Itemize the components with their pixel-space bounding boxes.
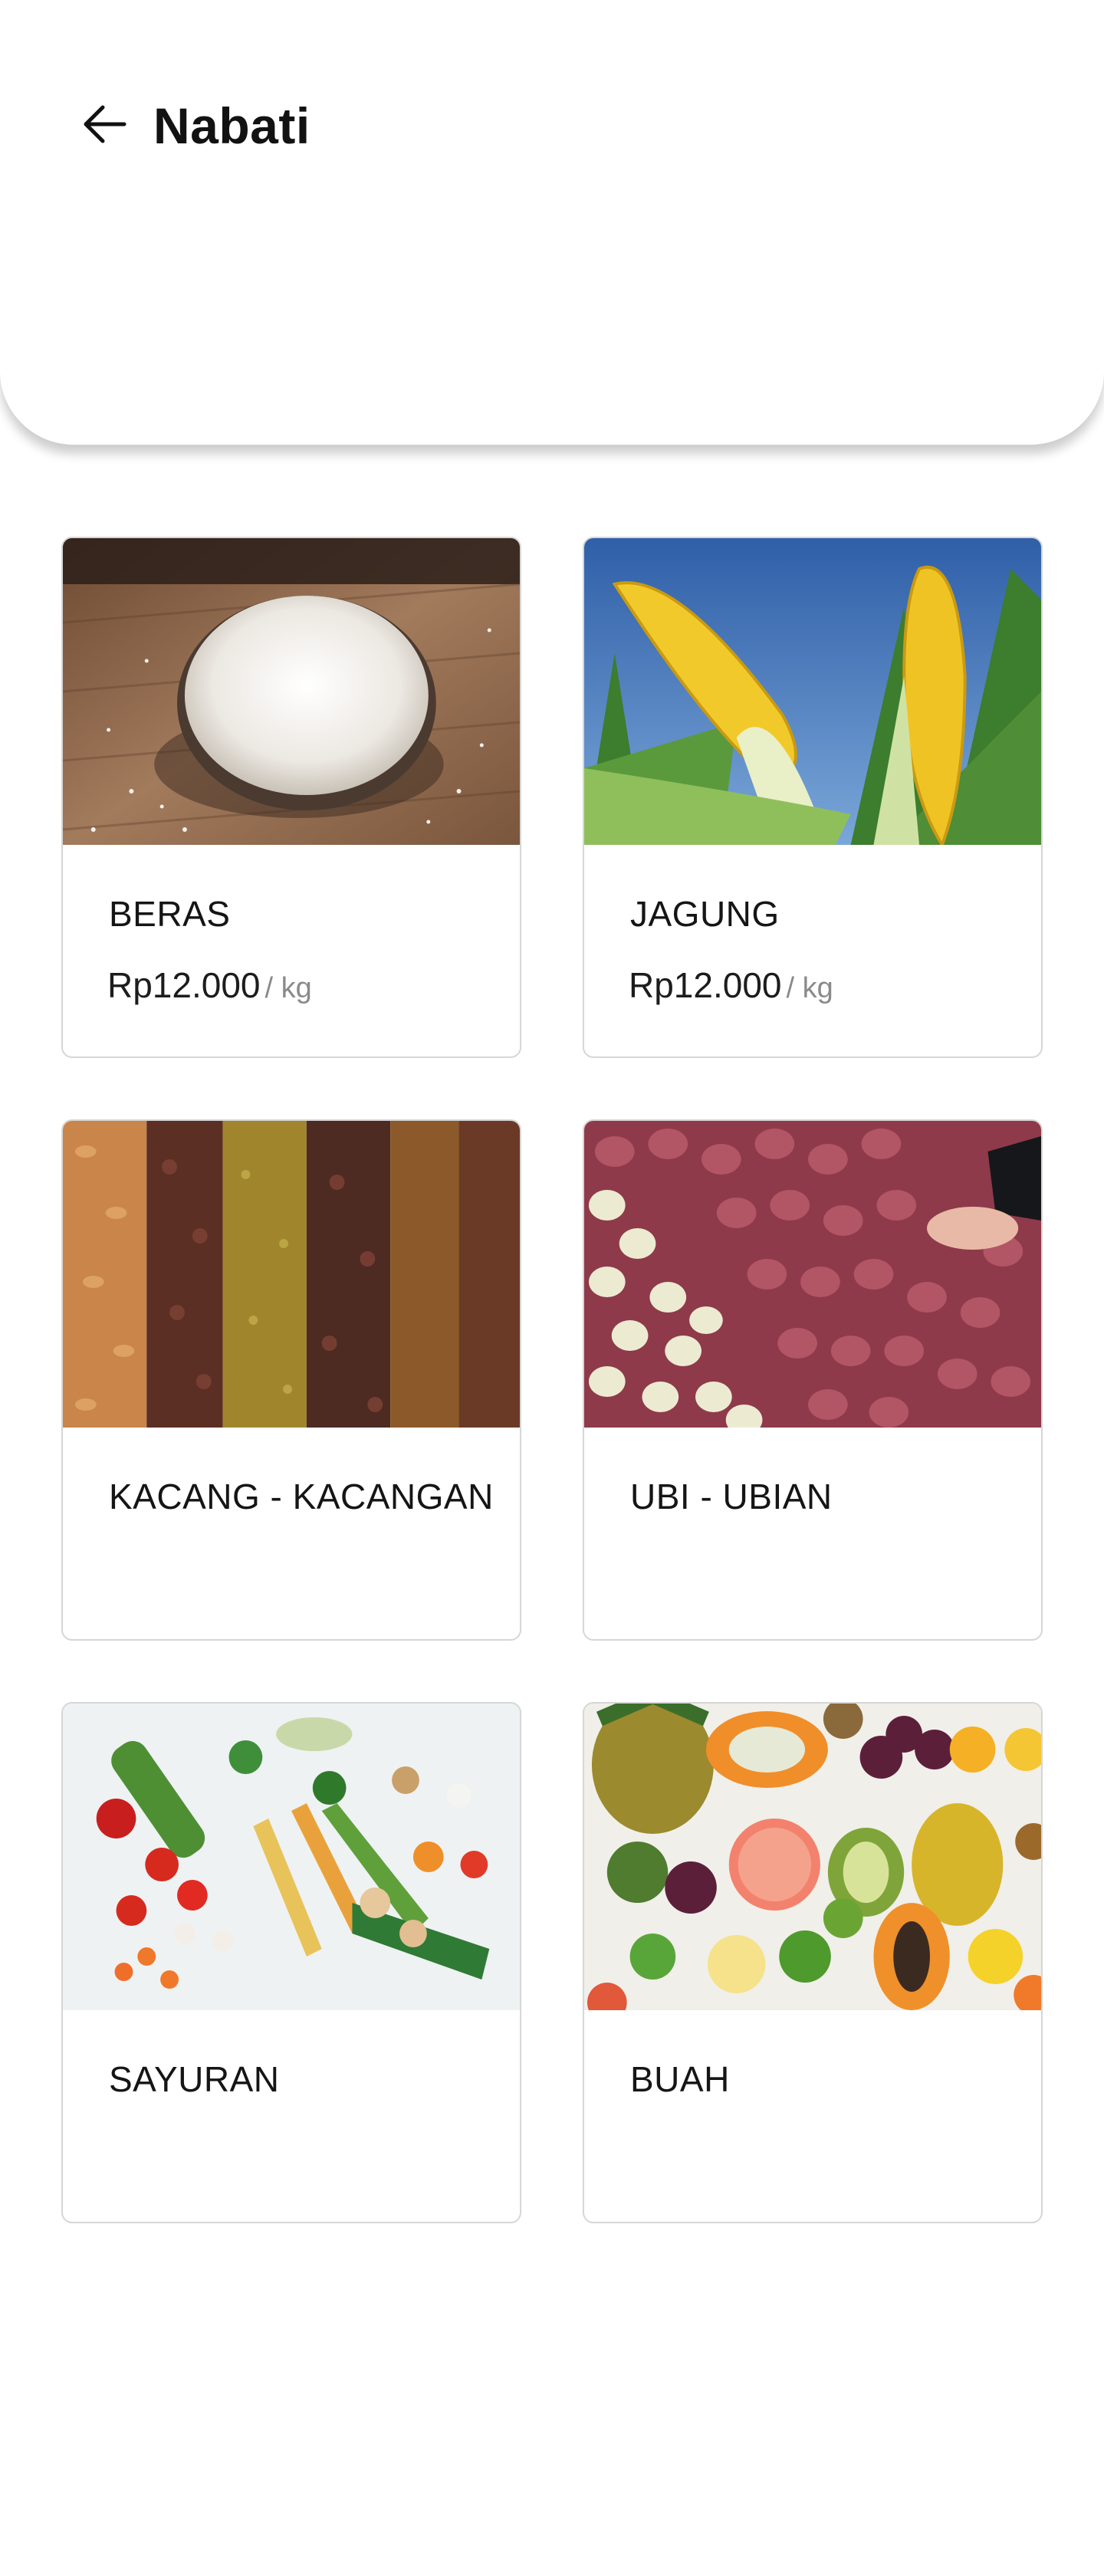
corn-cob-photo <box>584 538 1041 845</box>
fruits-photo <box>584 1704 1041 2010</box>
price-unit: / kg <box>786 972 833 1004</box>
back-button[interactable] <box>74 95 135 153</box>
product-name: BERAS <box>109 894 231 934</box>
price-unit: / kg <box>264 972 312 1004</box>
arrow-left-icon <box>84 105 127 143</box>
nuts-legumes-photo <box>63 1121 520 1428</box>
product-card-jagung[interactable]: JAGUNG Rp12.000 / kg <box>583 537 1043 1058</box>
page-title: Nabati <box>153 97 310 154</box>
product-name: UBI - UBIAN <box>630 1477 833 1516</box>
product-card-ubi-ubian[interactable]: UBI - UBIAN <box>583 1119 1043 1641</box>
vegetables-photo <box>63 1704 520 2010</box>
product-name: BUAH <box>630 2059 730 2099</box>
product-name: JAGUNG <box>630 894 780 934</box>
price-row: Rp12.000 / kg <box>107 964 312 1006</box>
rice-bowl-photo <box>63 538 520 845</box>
product-card-sayuran[interactable]: SAYURAN <box>61 1702 521 2223</box>
product-name: SAYURAN <box>109 2059 280 2099</box>
product-card-beras[interactable]: BERAS Rp12.000 / kg <box>61 537 521 1058</box>
product-card-kacang-kacangan[interactable]: KACANG - KACANGAN <box>61 1119 521 1641</box>
product-card-buah[interactable]: BUAH <box>583 1702 1043 2223</box>
app-header: Nabati <box>0 0 1104 445</box>
product-price: Rp12.000 <box>629 965 782 1005</box>
potatoes-tubers-photo <box>584 1121 1041 1428</box>
price-row: Rp12.000 / kg <box>629 964 833 1006</box>
product-price: Rp12.000 <box>107 965 261 1005</box>
product-name: KACANG - KACANGAN <box>109 1477 494 1516</box>
